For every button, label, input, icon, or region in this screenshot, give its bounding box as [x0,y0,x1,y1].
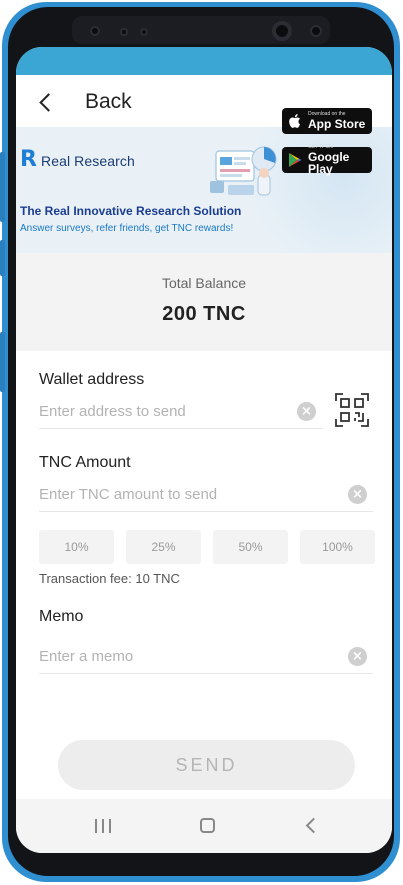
sensor-icon [310,25,322,37]
research-illustration-icon [210,146,277,196]
sensor-icon [120,28,128,36]
memo-label: Memo [39,608,84,625]
google-play-badge[interactable]: GET IT ON Google Play [282,145,372,176]
send-button[interactable]: SEND [58,740,355,790]
home-icon[interactable] [200,818,215,833]
memo-input[interactable] [39,640,373,674]
back-label: Back [85,90,132,113]
sensor-icon [90,26,100,36]
balance-label: Total Balance [161,275,247,291]
balance-card: Total Balance 200 TNC [16,253,392,351]
chevron-left-icon [39,92,58,112]
preset-10-button[interactable]: 10% [39,530,114,564]
system-nav-bar [16,799,392,853]
back-icon[interactable] [305,817,322,834]
brand-name: Real Research [41,153,135,169]
wallet-address-input[interactable] [39,395,323,429]
volume-up-button [0,152,5,222]
amount-preset-row: 10% 25% 50% 100% [39,530,375,564]
clear-icon[interactable]: × [348,485,367,504]
clear-icon[interactable]: × [297,402,316,421]
app-store-badge[interactable]: Download on the App Store [282,108,372,134]
banner-subline: Answer surveys, refer friends, get TNC r… [20,223,234,234]
status-bar [16,47,392,75]
recent-apps-icon[interactable] [95,819,111,833]
tnc-amount-input[interactable] [39,478,373,512]
preset-25-button[interactable]: 25% [126,530,201,564]
preset-100-button[interactable]: 100% [300,530,375,564]
app-store-label: App Store [308,117,366,131]
wallet-address-label: Wallet address [39,371,145,388]
front-camera-icon [272,21,292,41]
google-play-label: Google Play [308,150,350,176]
preset-50-button[interactable]: 50% [213,530,288,564]
volume-down-button [0,240,5,276]
transaction-fee-text: Transaction fee: 10 TNC [39,571,180,586]
balance-value: 200 TNC [162,303,246,325]
tnc-amount-label: TNC Amount [39,454,131,471]
real-research-logo-icon: R [20,147,37,172]
qr-scan-icon[interactable] [334,392,370,428]
bixby-button [0,332,5,392]
google-play-icon [289,153,302,167]
back-button[interactable]: Back [36,87,132,117]
clear-icon[interactable]: × [348,647,367,666]
apple-icon [289,114,300,128]
sensor-icon [140,28,148,36]
banner-headline: The Real Innovative Research Solution [20,204,242,218]
